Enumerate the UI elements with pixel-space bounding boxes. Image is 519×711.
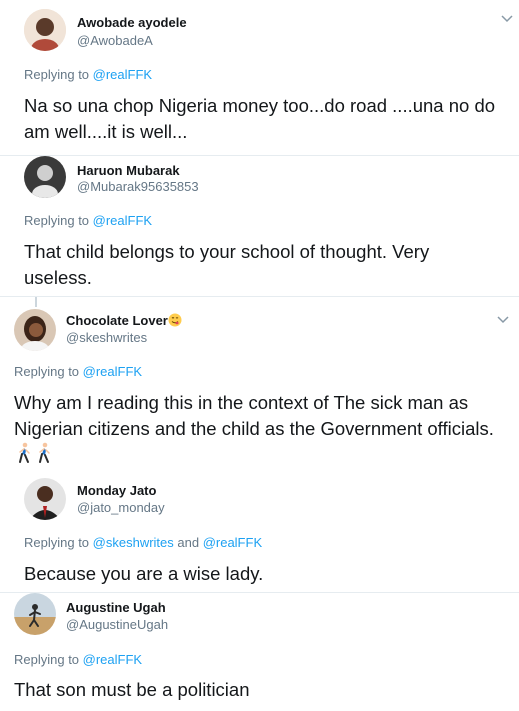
user-handle[interactable]: @skeshwrites (66, 330, 147, 345)
reply-mention-link[interactable]: @skeshwrites (93, 535, 174, 550)
tweet-text: Na so una chop Nigeria money too...do ro… (24, 95, 496, 142)
tweet-text: That child belongs to your school of tho… (24, 241, 430, 288)
person-walking-emoji (39, 442, 50, 463)
reply-mention-link[interactable]: @realFFK (83, 364, 142, 379)
avatar[interactable] (14, 309, 56, 351)
chevron-down-icon[interactable] (496, 315, 510, 325)
tweet-4[interactable]: Monday Jato @jato_monday Replying to @sk… (0, 472, 519, 592)
user-handle[interactable]: @AwobadeA (77, 33, 153, 48)
avatar[interactable] (24, 478, 66, 520)
person-walking-emoji (19, 442, 30, 463)
replying-to: Replying to @realFFK (14, 364, 142, 379)
display-name[interactable]: Augustine Ugah (66, 600, 166, 615)
replying-to: Replying to @realFFK (24, 67, 152, 82)
reply-mention-link[interactable]: @realFFK (93, 213, 152, 228)
face-savoring-emoji (168, 313, 182, 327)
tweet-text: That son must be a politician (14, 679, 250, 700)
tweet-2[interactable]: Haruon Mubarak @Mubarak95635853 Replying… (0, 156, 519, 296)
replying-prefix: Replying to (24, 67, 93, 82)
replying-to: Replying to @skeshwrites and @realFFK (24, 535, 262, 550)
user-handle[interactable]: @Mubarak95635853 (77, 179, 199, 194)
replying-prefix: Replying to (24, 535, 93, 550)
reply-mention-link[interactable]: @realFFK (203, 535, 262, 550)
reply-mention-link[interactable]: @realFFK (93, 67, 152, 82)
replying-to: Replying to @realFFK (24, 213, 152, 228)
replying-and: and (173, 535, 203, 550)
user-handle[interactable]: @jato_monday (77, 500, 165, 515)
display-name[interactable]: Chocolate Lover (66, 313, 182, 328)
display-name[interactable]: Awobade ayodele (77, 15, 187, 30)
tweet-1[interactable]: Awobade ayodele @AwobadeA Replying to @r… (0, 0, 519, 155)
user-handle[interactable]: @AugustineUgah (66, 617, 168, 632)
replying-to: Replying to @realFFK (14, 652, 142, 667)
replying-prefix: Replying to (14, 364, 83, 379)
replying-prefix: Replying to (24, 213, 93, 228)
display-name[interactable]: Monday Jato (77, 483, 156, 498)
tweet-text: Because you are a wise lady. (24, 563, 264, 584)
avatar[interactable] (24, 9, 66, 51)
reply-mention-link[interactable]: @realFFK (83, 652, 142, 667)
tweet-3[interactable]: Chocolate Lover @skeshwrites Replying to… (0, 297, 519, 472)
avatar[interactable] (14, 593, 56, 635)
display-name-text: Chocolate Lover (66, 313, 168, 328)
tweet-5[interactable]: Augustine Ugah @AugustineUgah Replying t… (0, 593, 519, 711)
tweet-text: Why am I reading this in the context of … (14, 390, 509, 469)
display-name[interactable]: Haruon Mubarak (77, 163, 180, 178)
replying-prefix: Replying to (14, 652, 83, 667)
chevron-down-icon[interactable] (500, 14, 514, 24)
tweet-text-content: Why am I reading this in the context of … (14, 392, 494, 439)
avatar[interactable] (24, 156, 66, 198)
